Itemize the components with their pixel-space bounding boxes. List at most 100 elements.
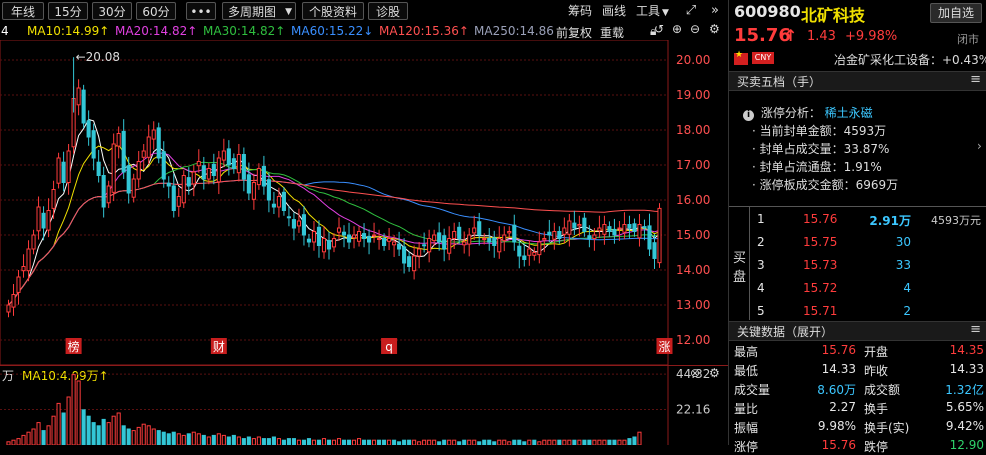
volume-bar: [392, 439, 397, 445]
chips-button[interactable]: 筹码: [568, 3, 592, 19]
zoom-in-icon[interactable]: ⊕: [672, 22, 682, 36]
quote-panel: 600980 北矿科技 加自选 15.76 ↑ 1.43 +9.98% 闭市 ★…: [728, 0, 986, 454]
candle-body: [532, 252, 537, 256]
period-year-button[interactable]: 年线: [2, 2, 44, 20]
key-label: 换手(实): [864, 421, 910, 435]
bid-volume: 4: [903, 281, 911, 295]
volume-bar: [517, 439, 522, 445]
bid-row[interactable]: 4 15.72 4: [729, 281, 986, 301]
volume-bar: [442, 439, 447, 445]
candle-body: [632, 223, 637, 233]
candle-body: [201, 165, 206, 180]
candle-body: [597, 227, 602, 232]
bid-level: 1: [757, 212, 765, 226]
volume-bar: [607, 439, 612, 445]
candle-body: [96, 161, 101, 176]
candle-body: [126, 165, 131, 194]
volume-bar: [412, 439, 417, 445]
adjust-button[interactable]: 前复权: [556, 24, 592, 41]
bid-price: 15.71: [803, 304, 838, 318]
candle-body: [412, 255, 417, 272]
chevron-right-icon[interactable]: ›: [977, 139, 982, 153]
candle-body: [657, 207, 662, 264]
limit-analysis-tag[interactable]: 稀土永磁: [825, 106, 873, 120]
candle-body: [372, 234, 377, 237]
diagnose-button[interactable]: 诊股: [368, 2, 408, 20]
ma20-line: [8, 152, 660, 306]
key-label: 昨收: [864, 364, 889, 378]
candle-body: [306, 238, 312, 243]
undo-icon[interactable]: ↺: [654, 22, 664, 36]
candle-body: [316, 226, 322, 247]
volume-bar: [161, 431, 166, 445]
bid-row[interactable]: 2 15.75 30: [729, 235, 986, 255]
volume-bar: [271, 436, 276, 445]
price-tick-label: 15.00: [676, 228, 710, 242]
chevron-down-icon: ▼: [662, 8, 669, 18]
period-60min-button[interactable]: 60分: [136, 2, 176, 20]
candle-body: [407, 256, 412, 267]
tools-label: 工具: [636, 4, 661, 18]
candle-body: [422, 244, 427, 247]
stock-profile-button[interactable]: 个股资料: [302, 2, 364, 20]
price-change-pct: +9.98%: [845, 29, 898, 44]
fullscreen-icon[interactable]: ⤢: [682, 3, 700, 19]
candle-body: [136, 161, 141, 180]
candle-body: [191, 171, 196, 185]
volume-bar: [306, 438, 312, 445]
key-value: 15.76: [821, 438, 856, 452]
candle-body: [156, 127, 161, 159]
volume-bar: [356, 438, 362, 445]
volume-bar: [286, 438, 291, 445]
kline-chart[interactable]: 20.00 19.00 18.00 17.00 16.00 15.00 14.00 13.00…: [0, 40, 728, 365]
candle-body: [487, 238, 492, 243]
volume-bar: [447, 439, 452, 445]
candle-body: [457, 226, 462, 240]
zoom-out-icon[interactable]: ⊖: [690, 22, 700, 36]
volume-bar: [587, 439, 592, 445]
bid-row[interactable]: 1 15.76 2.91万 4593万元: [729, 212, 986, 232]
period-15min-button[interactable]: 15分: [48, 2, 88, 20]
key-label: 振幅: [734, 421, 759, 435]
volume-bar: [206, 436, 211, 445]
candle-body: [377, 238, 382, 240]
menu-icon[interactable]: ≡: [970, 72, 981, 87]
candle-body: [447, 238, 452, 254]
multi-period-dropdown[interactable]: 多周期图 ▼: [222, 2, 296, 20]
add-watchlist-button[interactable]: 加自选: [930, 3, 982, 23]
volume-chart[interactable]: 44.32 22.16: [0, 365, 728, 445]
industry-change[interactable]: 冶金矿采化工设备：+0.43%: [834, 51, 986, 68]
bid-price: 15.75: [803, 235, 838, 249]
key-label: 成交量: [734, 383, 771, 397]
key-label: 成交额: [864, 383, 901, 397]
key-data-title: 关键数据（展开）: [737, 325, 834, 339]
bid-volume: 2: [903, 304, 911, 318]
price-tick-label: 19.00: [676, 88, 710, 102]
tools-dropdown[interactable]: 工具 ▼: [636, 3, 669, 19]
candle-body: [527, 248, 532, 256]
volume-bar: [311, 439, 317, 445]
order-book-header[interactable]: 买卖五档（手） ≡: [729, 71, 986, 91]
candle-body: [241, 154, 246, 180]
key-data-header[interactable]: 关键数据（展开） ≡: [729, 321, 986, 341]
chart-grid: [0, 40, 669, 365]
bid-level: 5: [757, 304, 765, 318]
key-value: 14.33: [821, 362, 856, 376]
menu-icon[interactable]: ≡: [970, 322, 981, 337]
bid-price: 15.76: [803, 212, 838, 226]
candle-body: [612, 228, 617, 236]
reload-button[interactable]: 重载: [600, 24, 624, 41]
settings-gear-icon[interactable]: ⚙: [709, 22, 720, 36]
volume-tick-label: 22.16: [676, 403, 710, 417]
volume-bar: [36, 422, 41, 445]
period-30min-button[interactable]: 30分: [92, 2, 132, 20]
bid-row[interactable]: 3 15.73 33: [729, 258, 986, 278]
draw-line-button[interactable]: 画线: [602, 3, 626, 19]
volume-bar: [597, 439, 602, 445]
more-periods-button[interactable]: •••: [186, 2, 216, 20]
candle-body: [101, 175, 106, 208]
double-chevron-right-icon[interactable]: »: [706, 3, 724, 19]
candle-body: [266, 179, 271, 201]
key-value: 8.60万: [817, 383, 856, 397]
volume-bar: [467, 439, 472, 445]
